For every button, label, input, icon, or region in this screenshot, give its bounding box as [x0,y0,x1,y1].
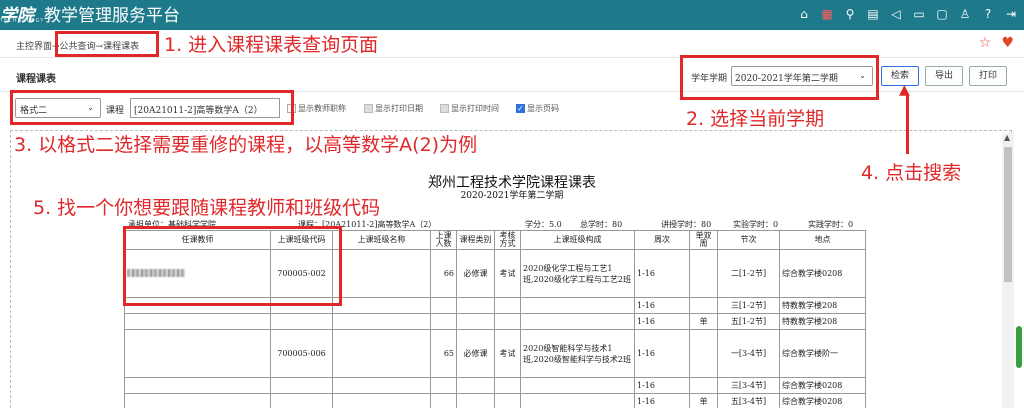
odd-even-cell: 单 [689,393,718,408]
period-cell: 三[1-2节] [717,297,780,314]
scrollbar-thumb[interactable] [1004,147,1012,282]
table-row: 700005-006 65 必修课 考试 2020级智能科学与技术1班,2020… [124,329,866,378]
school-logo-sub: TECHNOLOGY [0,18,45,24]
grid-icon[interactable]: ▦ [820,7,834,21]
class-composition-cell: 2020级智能科学与技术1班,2020级智能科学与技术2班 [520,329,635,378]
column-header: 课程类别 [456,230,495,250]
location-cell: 综合教学楼0208 [779,249,866,298]
location-cell: 特教教学楼208 [779,297,866,314]
report-credits: 学分：5.0 [525,220,562,229]
column-header: 上课班级构成 [520,230,635,250]
annotation-box-term [680,55,879,100]
annotation-arrow-head: ▲ [899,82,910,98]
page-title: 课程课表 [16,74,56,85]
report-total-hours: 总学时：80 [580,220,623,229]
checkbox-box[interactable]: ✓ [516,104,525,113]
course-type-cell: 必修课 [456,329,495,378]
period-cell: 一[3-4节] [717,329,780,378]
table-row: 1-16 单 五[1-2节] 特教教学楼208 [124,313,866,330]
column-header: 周次 [634,230,690,250]
odd-even-cell: 单 [689,313,718,330]
course-type-cell: 必修课 [456,249,495,298]
class-name-cell [332,249,431,298]
logout-icon[interactable]: ⇥ [1004,7,1018,21]
speaker-icon[interactable]: ◁ [889,7,903,21]
odd-even-cell [689,249,718,298]
annotation-step-4: 4. 点击搜索 [861,162,962,184]
period-cell: 五[1-2节] [717,313,780,330]
annotation-box-filters [10,90,294,125]
weeks-cell: 1-16 [634,297,690,314]
print-button[interactable]: 打印 [969,66,1007,86]
period-cell: 三[3-4节] [717,377,780,394]
home-icon[interactable]: ⌂ [797,7,811,21]
breadcrumb-actions: ☆ ♥ [979,35,1014,51]
period-cell: 五[3-4节] [717,393,780,408]
class-composition-cell: 2020级化学工程与工艺1班,2020级化学工程与工艺2班 [520,249,635,298]
search-icon[interactable]: ⚲ [843,7,857,21]
heart-icon[interactable]: ♥ [1001,35,1014,51]
side-handle[interactable] [1016,326,1022,368]
checkbox-label: 显示打印日期 [375,104,423,113]
checkbox-show-teacher-title[interactable]: 显示教师职称 [287,103,346,114]
location-cell: 综合教学楼阶一 [779,329,866,378]
column-header: 节次 [717,230,780,250]
odd-even-cell [689,297,718,314]
checkbox-show-print-date[interactable]: 显示打印日期 [364,103,423,114]
report-lab-hours: 实验学时：0 [733,220,779,229]
teacher-cell [124,329,271,378]
column-header: 考核方式 [494,230,521,250]
annotation-step-5: 5. 找一个你想要跟随课程教师和班级代码 [33,197,381,219]
table-row: 1-16 单 五[3-4节] 综合教学楼0208 [124,393,866,408]
weeks-cell: 1-16 [634,329,690,378]
annotation-box-breadcrumb [55,31,159,57]
report-practice-hours: 实践学时：0 [808,220,854,229]
class-name-cell [332,329,431,378]
location-cell: 综合教学楼0208 [779,377,866,394]
checkbox-label: 显示打印时间 [451,104,499,113]
location-cell: 特教教学楼208 [779,313,866,330]
checkbox-show-print-time[interactable]: 显示打印时间 [440,103,499,114]
odd-even-cell [689,329,718,378]
class-code-cell: 700005-006 [270,329,333,378]
checkbox-label: 显示教师职称 [298,104,346,113]
student-count-cell: 65 [430,329,457,378]
app-title: 教学管理服务平台 [44,6,180,26]
weeks-cell: 1-16 [634,313,690,330]
column-header: 单双周 [689,230,718,250]
topbar-icons: ⌂ ▦ ⚲ ▤ ◁ ▭ ▢ ♙ ? ⇥ [797,7,1018,21]
odd-even-cell [689,377,718,394]
annotation-box-teacher-code [123,226,342,306]
top-nav-bar: 学院 TECHNOLOGY 教学管理服务平台 ⌂ ▦ ⚲ ▤ ◁ ▭ ▢ ♙ ?… [0,0,1024,30]
column-header: 地点 [779,230,866,250]
scroll-up-icon[interactable]: ▲ [1004,133,1010,142]
export-button[interactable]: 导出 [925,66,963,86]
column-header: 上课人数 [430,230,457,250]
folder-icon[interactable]: ▭ [912,7,926,21]
checkbox-box[interactable] [440,104,449,113]
checkbox-show-page-number[interactable]: ✓ 显示页码 [516,103,559,114]
chat-icon[interactable]: ▢ [935,7,949,21]
annotation-step-2: 2. 选择当前学期 [686,108,825,130]
shirt-icon[interactable]: ♙ [958,7,972,21]
weeks-cell: 1-16 [634,249,690,298]
table-row: 1-16 三[3-4节] 综合教学楼0208 [124,377,866,394]
weeks-cell: 1-16 [634,393,690,408]
report-lecture-hours: 讲授学时：80 [661,220,712,229]
star-icon[interactable]: ☆ [979,35,992,51]
annotation-step-3: 3. 以格式二选择需要重修的课程，以高等数学A(2)为例 [14,134,478,156]
annotation-arrow-line [906,94,909,154]
weeks-cell: 1-16 [634,377,690,394]
calendar-icon[interactable]: ▤ [866,7,880,21]
location-cell: 综合教学楼0208 [779,393,866,408]
column-header: 上课班级名称 [332,230,431,250]
checkbox-box[interactable] [364,104,373,113]
assessment-cell: 考试 [494,249,521,298]
student-count-cell: 66 [430,249,457,298]
assessment-cell: 考试 [494,329,521,378]
checkbox-label: 显示页码 [527,104,559,113]
help-icon[interactable]: ? [981,7,995,21]
period-cell: 二[1-2节] [717,249,780,298]
annotation-step-1: 1. 进入课程课表查询页面 [164,34,379,56]
